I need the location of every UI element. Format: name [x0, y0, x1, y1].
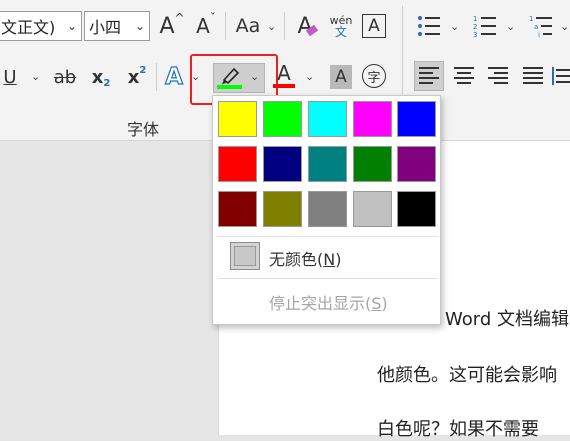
stop-highlighting-label: 停止突出显示(S) — [269, 294, 388, 313]
align-right-icon — [488, 67, 508, 84]
align-right-button[interactable] — [483, 61, 513, 91]
swatch-dark-red[interactable] — [218, 191, 257, 227]
chevron-down-icon: ⌄ — [66, 19, 77, 33]
justify-button[interactable] — [518, 61, 548, 91]
chevron-down-icon[interactable]: ⌄ — [560, 20, 569, 33]
swatch-turquoise[interactable] — [308, 101, 347, 137]
character-border-icon: A — [368, 16, 380, 36]
distributed-align-icon — [552, 67, 570, 85]
swatch-dark-blue[interactable] — [263, 146, 302, 182]
document-line-2: 他颜色。这可能会影响 — [377, 365, 557, 386]
bullet-list-icon — [418, 16, 440, 36]
no-color-label: 无颜色(N) — [269, 250, 342, 269]
shrink-font-icon: A — [196, 14, 210, 38]
swatch-pink[interactable] — [353, 101, 392, 137]
svg-text:i: i — [538, 31, 540, 37]
chevron-down-icon[interactable]: ⌄ — [450, 20, 459, 33]
character-border-button[interactable]: A — [362, 14, 386, 38]
no-color-swatch-icon — [230, 242, 260, 270]
strikethrough-button[interactable]: ab — [51, 63, 79, 91]
swatch-teal[interactable] — [308, 146, 347, 182]
text-effects-button[interactable]: A — [162, 62, 186, 92]
shrink-font-button[interactable]: Aˇ — [191, 11, 221, 40]
swatch-dark-yellow[interactable] — [263, 191, 302, 227]
no-color-menu-item[interactable]: 无颜色(N) — [215, 238, 438, 274]
enclose-characters-icon: 字 — [367, 70, 381, 86]
font-name-combo[interactable]: 文正文) ⌄ — [0, 11, 82, 41]
numbered-list-icon: 1 2 3 — [473, 15, 496, 37]
font-size-combo[interactable]: 小四 ⌄ — [84, 11, 150, 41]
enclose-characters-button[interactable]: 字 — [362, 64, 386, 88]
pinyin-bottom: 文 — [334, 24, 347, 39]
swatch-violet[interactable] — [397, 146, 436, 182]
font-group-label: 字体 — [127, 120, 160, 139]
svg-text:1: 1 — [529, 15, 533, 23]
underline-icon: U — [3, 66, 17, 88]
swatch-green[interactable] — [353, 146, 392, 182]
chevron-down-icon[interactable]: ⌄ — [267, 20, 276, 33]
stop-highlighting-menu-item: 停止突出显示(S) — [215, 282, 438, 318]
strikethrough-icon: ab — [53, 66, 77, 88]
document-line-1: Word 文档编辑 — [445, 309, 569, 330]
swatch-gray-50[interactable] — [308, 191, 347, 227]
font-name-value: 文正文) — [1, 18, 56, 37]
bullet-list-button[interactable] — [414, 12, 444, 40]
swatch-red[interactable] — [218, 146, 257, 182]
numbered-list-button[interactable]: 1 2 3 — [470, 12, 500, 40]
character-shading-button[interactable]: A — [330, 65, 352, 89]
subscript-icon: x — [91, 66, 104, 88]
pinyin-top: wén — [329, 13, 353, 27]
align-center-icon — [454, 67, 474, 84]
swatch-yellow[interactable] — [218, 101, 257, 137]
grow-font-button[interactable]: A ^ — [157, 11, 187, 40]
align-center-button[interactable] — [449, 61, 479, 91]
svg-text:3: 3 — [473, 31, 477, 37]
font-size-value: 小四 — [89, 18, 122, 37]
clear-formatting-button[interactable]: A — [290, 12, 320, 40]
document-line-3: 白色呢？如果不需要 — [377, 419, 539, 440]
change-case-icon: Aa — [235, 15, 261, 37]
character-shading-icon: A — [335, 67, 347, 87]
text-effects-icon: A — [165, 63, 184, 90]
change-case-button[interactable]: Aa — [231, 12, 265, 40]
align-left-button[interactable] — [414, 61, 444, 91]
swatch-blue[interactable] — [397, 101, 436, 137]
separator — [284, 12, 285, 40]
distributed-align-button[interactable] — [552, 61, 570, 91]
chevron-down-icon: ⌄ — [134, 19, 145, 33]
menu-divider — [217, 236, 438, 237]
chevron-down-icon[interactable]: ⌄ — [305, 70, 314, 83]
multilevel-list-icon: 1 a i — [529, 15, 552, 37]
svg-text:a: a — [534, 23, 538, 31]
pinyin-guide-button[interactable]: wén 文 — [326, 10, 356, 42]
menu-divider — [217, 278, 438, 279]
font-color-icon: A — [277, 60, 291, 85]
multilevel-list-button[interactable]: 1 a i — [526, 12, 556, 40]
subscript-button[interactable]: x2 — [88, 63, 114, 91]
underline-button[interactable]: U — [0, 63, 20, 91]
swatch-gray-25[interactable] — [353, 191, 392, 227]
justify-icon — [523, 67, 543, 84]
separator — [225, 12, 226, 40]
superscript-button[interactable]: x2 — [124, 63, 150, 91]
separator — [156, 63, 157, 91]
font-color-button[interactable]: A — [272, 60, 296, 90]
superscript-icon: x — [127, 66, 140, 88]
svg-text:1: 1 — [473, 15, 477, 23]
align-left-icon — [419, 67, 439, 84]
swatch-bright-green[interactable] — [263, 101, 302, 137]
font-color-bar — [273, 83, 295, 88]
chevron-down-icon[interactable]: ⌄ — [31, 70, 40, 83]
swatch-black[interactable] — [397, 191, 436, 227]
svg-text:2: 2 — [473, 23, 477, 31]
chevron-down-icon[interactable]: ⌄ — [506, 20, 515, 33]
grow-font-icon: A — [159, 13, 175, 39]
highlight-color-dropdown: 无颜色(N) 停止突出显示(S) — [212, 95, 441, 325]
